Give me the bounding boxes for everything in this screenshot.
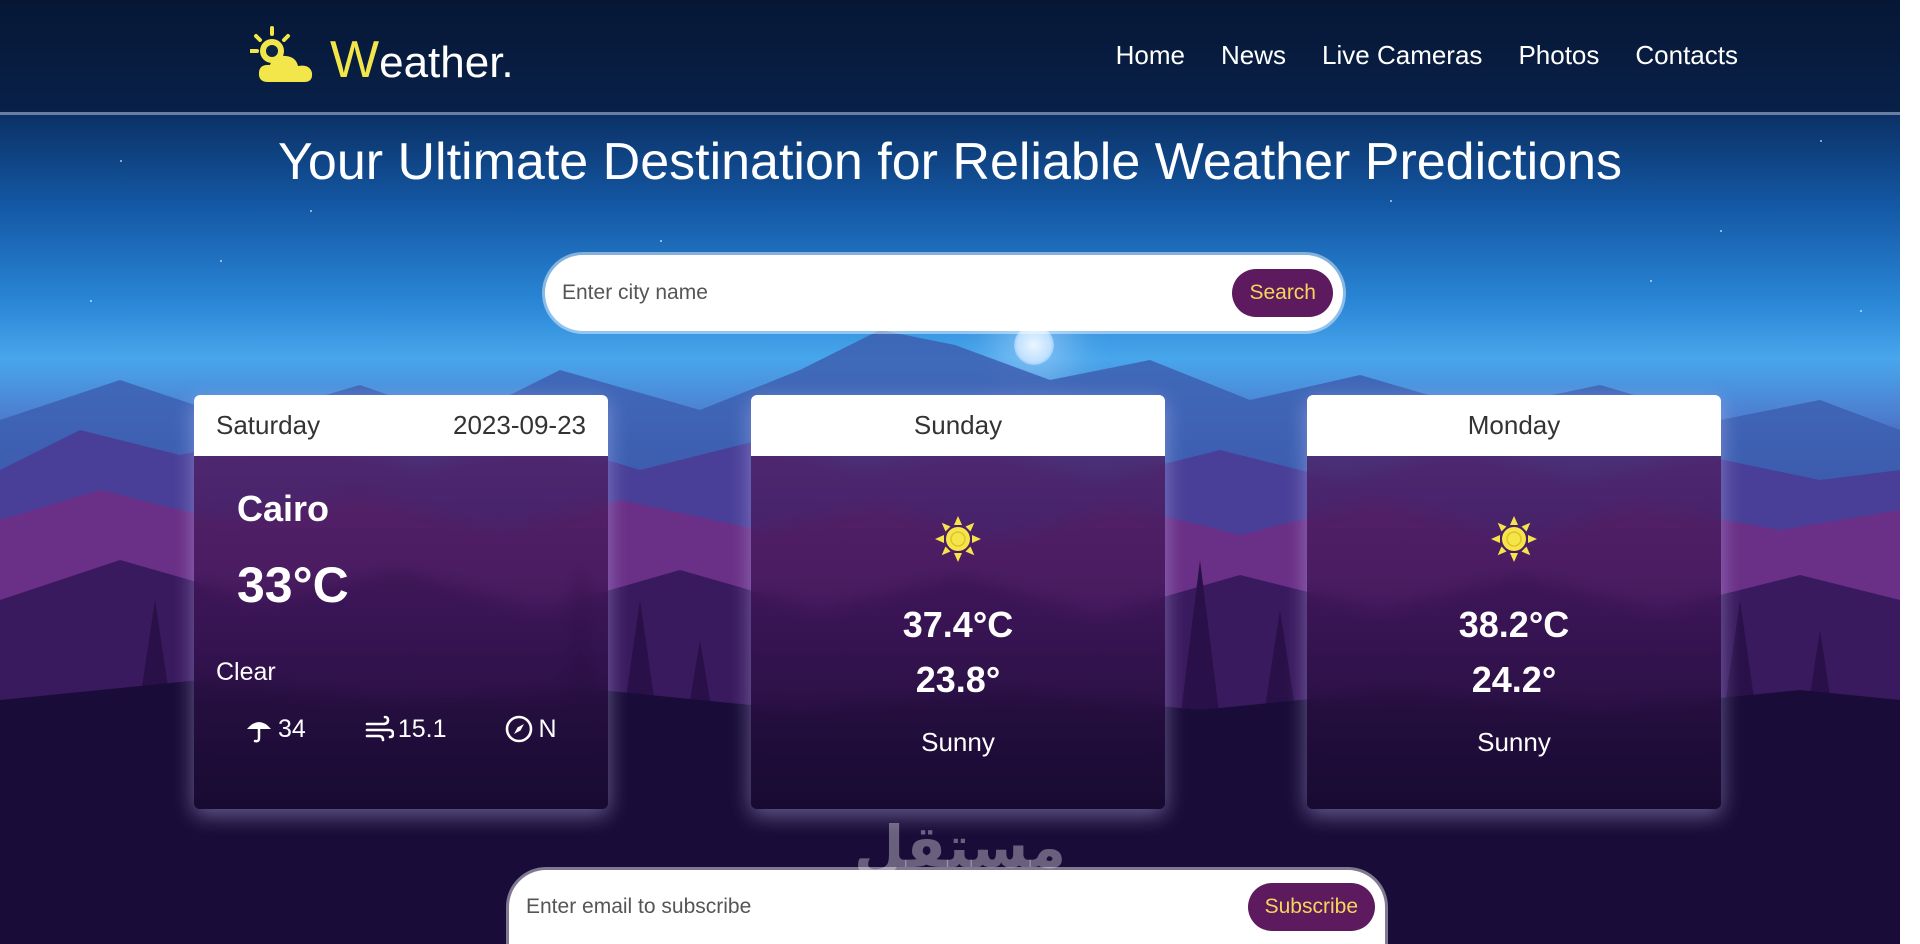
nav-contacts[interactable]: Contacts: [1635, 40, 1738, 71]
logo-text: Weather.: [330, 34, 514, 86]
forecast-card-header: Monday: [1307, 395, 1721, 456]
forecast-condition: Sunny: [921, 727, 995, 757]
nav-photos[interactable]: Photos: [1518, 40, 1599, 71]
forecast-day: Sunday: [913, 410, 1003, 440]
page-right-edge: [1900, 0, 1920, 944]
logo-initial: W: [330, 31, 380, 89]
current-temp: 33°C: [237, 557, 349, 613]
forecast-condition: Sunny: [1477, 727, 1551, 757]
search-button[interactable]: Search: [1232, 269, 1333, 317]
subscribe-button[interactable]: Subscribe: [1247, 883, 1375, 931]
site-header: Weather. Home News Live Cameras Photos C…: [0, 0, 1900, 115]
hero-title: Your Ultimate Destination for Reliable W…: [277, 133, 1622, 191]
logo-rest: eather.: [379, 38, 514, 87]
humidity-value: 34: [278, 714, 306, 743]
main-nav: Home News Live Cameras Photos Contacts: [1116, 40, 1738, 71]
direction-stat: N: [504, 714, 557, 744]
city-name: Cairo: [237, 488, 330, 529]
forecast-card-header: Sunday: [751, 395, 1165, 456]
forecast-card: Monday 38.2°C 24.2° Sunny: [1307, 395, 1721, 809]
forecast-max-temp: 38.2°C: [1458, 604, 1570, 645]
humidity-stat: 34: [244, 714, 306, 744]
subscribe-bar: Subscribe: [509, 870, 1385, 944]
city-search-input[interactable]: [545, 255, 1233, 331]
nav-news[interactable]: News: [1221, 40, 1286, 71]
wind-icon: [365, 715, 394, 742]
email-subscribe-input[interactable]: [509, 870, 1248, 944]
compass-icon: [506, 715, 533, 743]
forecast-min-temp: 24.2°: [1471, 659, 1557, 700]
today-card-header: Saturday 2023-09-23: [194, 395, 608, 456]
logo[interactable]: Weather.: [250, 26, 514, 86]
forecast-card-body: 37.4°C 23.8° Sunny: [751, 456, 1165, 809]
today-day: Saturday: [216, 410, 321, 440]
wind-stat: 15.1: [364, 714, 447, 744]
today-card: Saturday 2023-09-23 Cairo 33°C Clear 34: [194, 395, 608, 809]
sun-icon: [935, 516, 981, 562]
search-bar: Search: [545, 255, 1343, 331]
forecast-max-temp: 37.4°C: [902, 604, 1014, 645]
forecast-day: Monday: [1467, 410, 1561, 440]
today-card-body: Cairo 33°C Clear 34 15.1 N: [194, 456, 608, 809]
weather-stats: 34 15.1 N: [244, 714, 557, 744]
umbrella-icon: [247, 722, 271, 743]
nav-live-cameras[interactable]: Live Cameras: [1322, 40, 1482, 71]
today-date: 2023-09-23: [453, 410, 586, 440]
nav-home[interactable]: Home: [1116, 40, 1185, 71]
direction-value: N: [538, 714, 557, 743]
forecast-card: Sunday 37.4°C 23.8° Sunny: [751, 395, 1165, 809]
current-condition: Clear: [216, 658, 276, 686]
wind-value: 15.1: [397, 714, 447, 743]
sun-cloud-icon: [250, 26, 313, 82]
forecast-card-body: 38.2°C 24.2° Sunny: [1307, 456, 1721, 809]
forecast-min-temp: 23.8°: [915, 659, 1001, 700]
sun-icon: [1491, 516, 1537, 562]
